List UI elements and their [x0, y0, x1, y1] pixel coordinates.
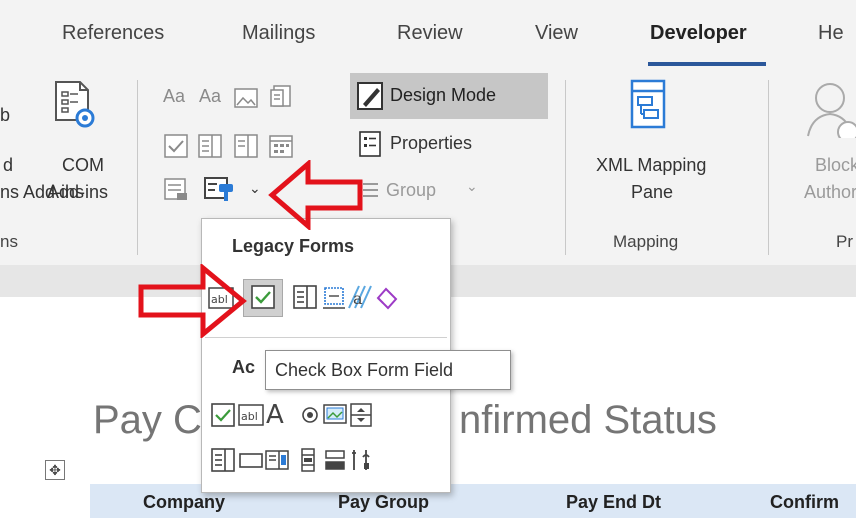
document-title-left: Pay C: [93, 398, 202, 442]
date-picker-control-icon[interactable]: [268, 133, 294, 159]
design-mode-button[interactable]: Design Mode: [390, 85, 496, 106]
svg-text:A: A: [266, 400, 284, 426]
combo-box-control-icon[interactable]: [197, 133, 223, 159]
tab-view[interactable]: View: [535, 22, 578, 45]
activex-image-icon[interactable]: [322, 402, 348, 428]
tab-mailings[interactable]: Mailings: [242, 22, 315, 45]
tab-developer[interactable]: Developer: [650, 22, 747, 45]
group-label-protect: Pr: [836, 232, 853, 251]
block-authors-icon[interactable]: [800, 78, 856, 138]
activex-combo-box-icon[interactable]: [264, 447, 290, 473]
legacy-tools-icon[interactable]: [203, 174, 239, 202]
activex-option-button-icon[interactable]: [297, 402, 323, 428]
properties-icon[interactable]: [358, 130, 384, 158]
check-box-form-field-icon[interactable]: [250, 284, 276, 310]
activex-text-box-icon[interactable]: abl: [238, 402, 264, 428]
red-arrow-left-icon: [268, 160, 363, 230]
repeating-section-control-icon[interactable]: [163, 176, 189, 202]
group-separator-mapping: [565, 80, 566, 255]
check-box-form-field-tooltip: Check Box Form Field: [265, 350, 511, 390]
tab-references[interactable]: References: [62, 22, 164, 45]
form-field-shading-icon[interactable]: a: [347, 284, 373, 310]
group-chevron-down-icon[interactable]: ⌄: [466, 178, 478, 195]
red-arrow-right-icon: [138, 264, 247, 338]
addins-partial-icon-label: b: [0, 105, 11, 125]
activex-controls-heading: Ac: [232, 357, 256, 377]
checkbox-control-icon[interactable]: [163, 133, 189, 159]
plain-text-control-icon[interactable]: Aa: [199, 86, 221, 107]
group-separator-protect: [768, 80, 769, 255]
column-header-confirm: Confirm: [770, 492, 839, 512]
group-label-addins: ns: [0, 232, 18, 251]
svg-text:a: a: [353, 289, 363, 308]
table-move-handle-icon[interactable]: ✥: [45, 460, 65, 480]
legacy-forms-heading: Legacy Forms: [232, 236, 355, 256]
column-header-pay-group: Pay Group: [338, 492, 430, 512]
rich-text-control-icon[interactable]: Aa: [163, 86, 185, 107]
dropdown-list-control-icon[interactable]: [233, 133, 259, 159]
properties-button[interactable]: Properties: [390, 133, 472, 154]
insert-frame-icon[interactable]: [321, 284, 347, 310]
xml-mapping-pane-label-1[interactable]: XML Mapping: [596, 155, 706, 176]
activex-check-box-icon[interactable]: [210, 402, 236, 428]
com-addins-label-1[interactable]: COM: [62, 155, 104, 176]
active-tab-indicator: [648, 62, 766, 66]
com-addins-icon[interactable]: [52, 80, 98, 136]
tab-review[interactable]: Review: [397, 22, 463, 45]
tab-help[interactable]: He: [818, 22, 844, 45]
document-title-right: nfirmed Status: [459, 398, 717, 442]
xml-mapping-pane-icon[interactable]: [628, 79, 668, 131]
group-label-mapping: Mapping: [613, 232, 679, 251]
drop-down-form-field-icon[interactable]: [292, 284, 318, 310]
activex-scroll-bar-icon[interactable]: [295, 447, 321, 473]
activex-command-button-icon[interactable]: [238, 447, 264, 473]
activex-spin-button-icon[interactable]: [348, 402, 374, 428]
column-header-pay-end-dt: Pay End Dt: [566, 492, 662, 512]
activex-more-controls-icon[interactable]: [348, 447, 374, 473]
design-mode-icon[interactable]: [356, 80, 386, 112]
xml-mapping-pane-label-2[interactable]: Pane: [631, 182, 673, 203]
addins-left-text-1: d: [3, 155, 14, 175]
activex-toggle-button-icon[interactable]: [322, 447, 348, 473]
com-addins-label-2[interactable]: Add-ins: [47, 182, 108, 203]
column-header-company: Company: [143, 492, 226, 512]
chevron-down-icon[interactable]: ⌄: [249, 180, 261, 197]
activex-list-box-icon[interactable]: [210, 447, 236, 473]
building-block-control-icon[interactable]: [268, 84, 294, 110]
group-separator: [137, 80, 138, 255]
group-button[interactable]: Group: [386, 180, 436, 201]
reset-form-fields-icon[interactable]: [374, 284, 400, 310]
svg-text:abl: abl: [241, 410, 258, 423]
activex-label-icon[interactable]: A: [264, 400, 290, 426]
block-authors-label-1[interactable]: Block: [815, 155, 856, 176]
block-authors-label-2[interactable]: Authors: [804, 182, 856, 203]
picture-control-icon[interactable]: [233, 86, 259, 110]
